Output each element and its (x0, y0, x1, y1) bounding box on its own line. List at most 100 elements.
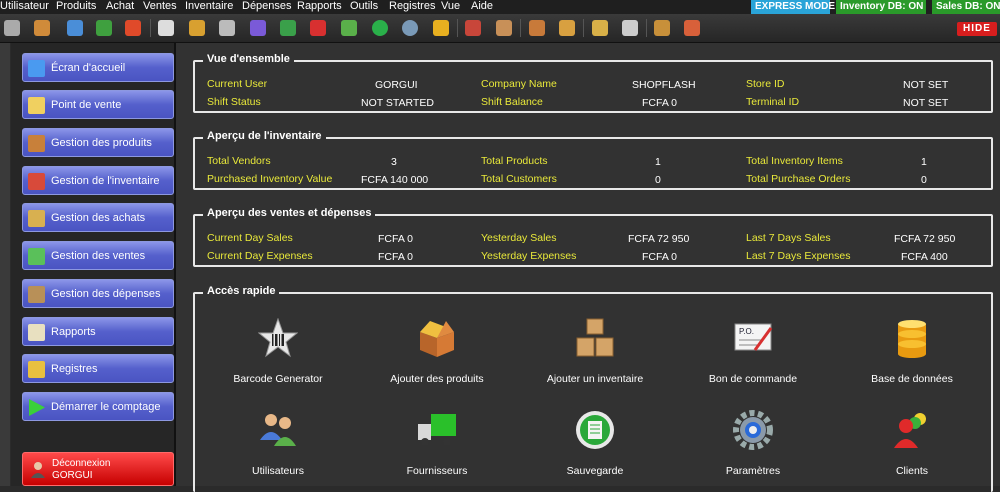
quick-sauvegarde[interactable]: Sauvegarde (525, 410, 665, 480)
menu-rapports[interactable]: Rapports (297, 0, 342, 12)
quick-access-title: Accès rapide (203, 285, 280, 297)
inventory-db-badge: Inventory DB: ON (836, 0, 926, 14)
exit-icon[interactable] (4, 20, 20, 36)
quick-parametres[interactable]: Paramètres (683, 410, 823, 480)
company-label: Company Name (481, 78, 557, 90)
current-day-sales-label: Current Day Sales (207, 232, 293, 244)
quick-label: Paramètres (725, 465, 781, 477)
total-vendors-value: 3 (391, 156, 397, 168)
express-mode-badge: EXPRESS MODE (751, 0, 835, 14)
menu-outils[interactable]: Outils (350, 0, 378, 12)
menu-depenses[interactable]: Dépenses (242, 0, 292, 12)
menu-vue[interactable]: Vue (441, 0, 460, 12)
quick-label: Fournisseurs (406, 465, 468, 477)
folder-out-small-icon[interactable] (684, 20, 700, 36)
calculator-icon[interactable] (219, 20, 235, 36)
cube-icon[interactable] (96, 20, 112, 36)
nav-label: Gestion des ventes (51, 250, 146, 262)
toolbar-separator (457, 19, 458, 37)
yesterday-sales-label: Yesterday Sales (481, 232, 557, 244)
logout-button[interactable]: Déconnexion GORGUI (22, 452, 174, 486)
chart-small-icon[interactable] (341, 20, 357, 36)
notepad-icon (28, 210, 45, 227)
truck-small-icon[interactable] (280, 20, 296, 36)
quick-bon-de-commande[interactable]: P.O. Bon de commande (683, 318, 823, 388)
menu-achat[interactable]: Achat (106, 0, 134, 12)
database-small-icon[interactable] (433, 20, 449, 36)
nav-gestion-achats[interactable]: Gestion des achats (22, 203, 174, 232)
nav-gestion-depenses[interactable]: Gestion des dépenses (22, 279, 174, 308)
logout-user: GORGUI (52, 470, 93, 481)
quick-barcode-generator[interactable]: Barcode Generator (208, 318, 348, 388)
report-icon (28, 324, 45, 341)
quick-base-de-donnees[interactable]: Base de données (842, 318, 982, 388)
database-icon (898, 320, 926, 358)
nav-label: Gestion de l'inventaire (51, 175, 160, 187)
main-panel: Vue d'ensemble Current User GORGUI Compa… (176, 43, 1000, 492)
quick-utilisateurs[interactable]: Utilisateurs (208, 410, 348, 480)
nav-gestion-produits[interactable]: Gestion des produits (22, 128, 174, 157)
notepad-small-icon[interactable] (592, 20, 608, 36)
store-id-label: Store ID (746, 78, 785, 90)
nav-demarrer-comptage[interactable]: Démarrer le comptage (22, 392, 174, 421)
hide-button[interactable]: HIDE (957, 22, 997, 36)
boxes-small-icon[interactable] (496, 20, 512, 36)
yesterday-expenses-label: Yesterday Expenses (481, 250, 577, 262)
overview-group: Vue d'ensemble Current User GORGUI Compa… (193, 53, 993, 113)
yesterday-sales-value: FCFA 72 950 (628, 233, 690, 245)
nav-label: Gestion des achats (51, 212, 146, 224)
purchased-value-label: Purchased Inventory Value (207, 173, 333, 185)
sales-db-badge: Sales DB: ON (932, 0, 1000, 14)
current-day-expenses-value: FCFA 0 (378, 251, 414, 263)
nav-label: Rapports (51, 326, 96, 338)
quick-fournisseurs[interactable]: Fournisseurs (367, 410, 507, 480)
sidebar: Écran d'accueil Point de vente Gestion d… (11, 43, 176, 486)
nav-registres[interactable]: Registres (22, 354, 174, 383)
wallet-icon (28, 286, 45, 303)
nav-point-de-vente[interactable]: Point de vente (22, 90, 174, 119)
hierarchy-icon[interactable] (189, 20, 205, 36)
menu-inventaire[interactable]: Inventaire (185, 0, 233, 12)
swap-icon[interactable] (125, 20, 141, 36)
quick-clients[interactable]: Clients (842, 410, 982, 480)
menu-ventes[interactable]: Ventes (143, 0, 177, 12)
monitor-icon[interactable] (67, 20, 83, 36)
quick-ajouter-inventaire[interactable]: Ajouter un inventaire (525, 318, 665, 388)
purchase-orders-label: Total Purchase Orders (746, 173, 851, 185)
total-items-value: 1 (921, 156, 927, 168)
quick-label: Sauvegarde (566, 465, 624, 477)
nav-ecran-accueil[interactable]: Écran d'accueil (22, 53, 174, 82)
backup-icon (576, 411, 614, 449)
menu-produits[interactable]: Produits (56, 0, 96, 12)
navigator-strip[interactable] (0, 43, 10, 486)
nav-rapports[interactable]: Rapports (22, 317, 174, 346)
package-small-icon[interactable] (559, 20, 575, 36)
users-icon (260, 414, 296, 446)
toolbar-separator (150, 19, 151, 37)
folder-small-icon[interactable] (654, 20, 670, 36)
total-customers-label: Total Customers (481, 173, 557, 185)
box-icon (28, 135, 45, 152)
open-box-small-icon[interactable] (529, 20, 545, 36)
box-icon[interactable] (34, 20, 50, 36)
card-small-icon[interactable] (622, 20, 638, 36)
menu-registres[interactable]: Registres (389, 0, 435, 12)
total-products-value: 1 (655, 156, 661, 168)
settings-small-icon[interactable] (402, 20, 418, 36)
chart-up-icon (28, 248, 45, 265)
backup-small-icon[interactable] (372, 20, 388, 36)
quick-ajouter-produits[interactable]: Ajouter des produits (367, 318, 507, 388)
nav-gestion-ventes[interactable]: Gestion des ventes (22, 241, 174, 270)
purchase-orders-value: 0 (921, 174, 927, 186)
register-icon (28, 361, 45, 378)
barcode-icon[interactable] (158, 20, 174, 36)
menu-aide[interactable]: Aide (471, 0, 493, 12)
printer-icon[interactable] (250, 20, 266, 36)
clients-icon (894, 413, 926, 448)
terminal-id-label: Terminal ID (746, 96, 800, 108)
user-red-icon[interactable] (310, 20, 326, 36)
cubes-small-icon[interactable] (465, 20, 481, 36)
toolbar-separator (646, 19, 647, 37)
nav-gestion-inventaire[interactable]: Gestion de l'inventaire (22, 166, 174, 195)
menu-utilisateur[interactable]: Utilisateur (0, 0, 49, 12)
